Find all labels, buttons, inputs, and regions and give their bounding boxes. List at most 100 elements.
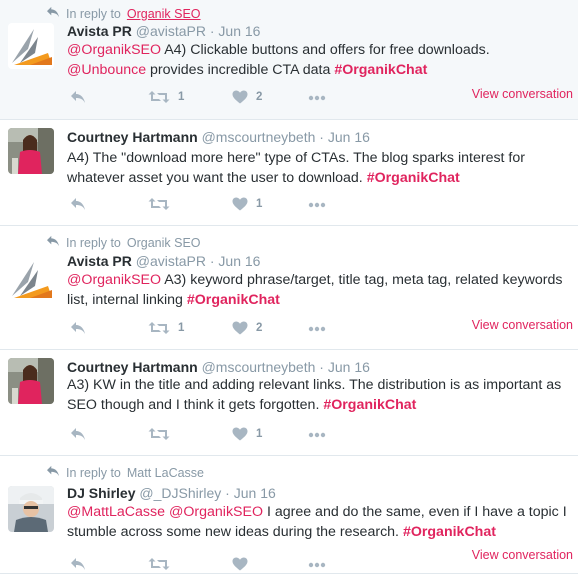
more-button[interactable] — [308, 432, 326, 438]
timestamp[interactable]: Jun 16 — [234, 485, 276, 501]
author-name[interactable]: Courtney Hartmann — [67, 129, 198, 145]
retweet-button[interactable] — [148, 197, 178, 211]
author-handle[interactable]: @mscourtneybeth — [202, 359, 316, 375]
tweet-actions — [70, 557, 370, 573]
like-button[interactable]: 1 — [232, 427, 262, 441]
retweet-count: 1 — [178, 91, 185, 103]
tweet-feed: In reply to Organik SEO Avista PR @avistaP… — [0, 0, 578, 574]
reply-context-label: In reply to — [66, 6, 121, 21]
mention-link[interactable]: @MattLaCasse — [67, 504, 165, 520]
view-conversation-link[interactable]: View conversation — [472, 87, 573, 101]
hashtag-link[interactable]: #OrganikChat — [367, 170, 460, 186]
reply-icon — [70, 197, 86, 211]
reply-context-icon — [46, 235, 60, 250]
hashtag-link[interactable]: #OrganikChat — [334, 62, 427, 78]
tweet[interactable]: In reply to Matt LaCasse DJ Shirley @_DJSh… — [0, 456, 578, 574]
mention-link[interactable]: @OrganikSEO — [169, 504, 263, 520]
reply-button[interactable] — [70, 197, 86, 211]
reply-button[interactable] — [70, 427, 86, 441]
reply-context: In reply to Organik SEO — [46, 6, 201, 21]
tweet-text-segment: A4) Clickable buttons and offers for fre… — [161, 42, 490, 58]
author-name[interactable]: Courtney Hartmann — [67, 359, 198, 375]
author-handle[interactable]: @avistaPR — [136, 23, 206, 39]
tweet-text: @MattLaCasse @OrganikSEO I agree and do … — [67, 502, 567, 542]
reply-button[interactable] — [70, 557, 86, 571]
more-button[interactable] — [308, 95, 326, 101]
reply-context: In reply to Matt LaCasse — [46, 465, 204, 480]
tweet-actions: 12 — [70, 321, 370, 337]
timestamp[interactable]: Jun 16 — [218, 253, 260, 269]
reply-context-icon — [46, 6, 60, 21]
heart-icon — [232, 321, 248, 335]
tweet-text-segment: provides incredible CTA data — [146, 62, 335, 78]
retweet-button[interactable] — [148, 557, 178, 571]
tweet-text: A4) The "download more here" type of CTA… — [67, 148, 567, 188]
author-name[interactable]: Avista PR — [67, 253, 132, 269]
tweet[interactable]: In reply to Organik SEO Avista PR @avistaP… — [0, 226, 578, 350]
more-icon — [308, 432, 326, 438]
like-button[interactable]: 2 — [232, 321, 262, 335]
author-name[interactable]: Avista PR — [67, 23, 132, 39]
timestamp[interactable]: Jun 16 — [218, 23, 260, 39]
tweet-text: @OrganikSEO A4) Clickable buttons and of… — [67, 40, 567, 80]
reply-context-label: In reply to — [66, 465, 121, 480]
retweet-button[interactable] — [148, 427, 178, 441]
tweet-header: Courtney Hartmann @mscourtneybeth · Jun … — [67, 358, 370, 376]
separator-dot: · — [225, 485, 230, 501]
mention-link[interactable]: @Unbounce — [67, 62, 146, 78]
reply-context-link[interactable]: Organik SEO — [127, 7, 201, 21]
retweet-icon — [148, 197, 170, 211]
tweet[interactable]: Courtney Hartmann @mscourtneybeth · Jun … — [0, 350, 578, 456]
retweet-button[interactable]: 1 — [148, 90, 184, 104]
retweet-icon — [148, 321, 170, 335]
like-count: 1 — [256, 428, 263, 440]
heart-icon — [232, 197, 248, 211]
tweet-text: @OrganikSEO A3) keyword phrase/target, t… — [67, 270, 567, 310]
like-button[interactable] — [232, 557, 256, 571]
retweet-icon — [148, 90, 170, 104]
reply-button[interactable] — [70, 321, 86, 335]
mention-link[interactable]: @OrganikSEO — [67, 272, 161, 288]
hashtag-link[interactable]: #OrganikChat — [323, 397, 416, 413]
author-name[interactable]: DJ Shirley — [67, 485, 135, 501]
timestamp[interactable]: Jun 16 — [328, 359, 370, 375]
retweet-button[interactable]: 1 — [148, 321, 184, 335]
like-button[interactable]: 1 — [232, 197, 262, 211]
retweet-count: 1 — [178, 322, 185, 334]
avatar[interactable] — [8, 358, 54, 404]
like-count: 2 — [256, 322, 263, 334]
reply-icon — [70, 90, 86, 104]
author-handle[interactable]: @avistaPR — [136, 253, 206, 269]
avatar[interactable] — [8, 486, 54, 532]
timestamp[interactable]: Jun 16 — [328, 129, 370, 145]
more-button[interactable] — [308, 202, 326, 208]
tweet-actions: 1 — [70, 427, 370, 443]
more-button[interactable] — [308, 326, 326, 332]
separator-dot: · — [209, 253, 215, 269]
separator-dot: · — [319, 129, 324, 145]
reply-icon — [70, 321, 86, 335]
view-conversation-link[interactable]: View conversation — [472, 548, 573, 562]
more-button[interactable] — [308, 562, 326, 568]
hashtag-link[interactable]: #OrganikChat — [403, 524, 496, 540]
hashtag-link[interactable]: #OrganikChat — [187, 292, 280, 308]
like-count: 1 — [256, 198, 263, 210]
like-button[interactable]: 2 — [232, 90, 262, 104]
avatar[interactable] — [8, 23, 54, 69]
retweet-icon — [148, 557, 170, 571]
avatar[interactable] — [8, 256, 54, 302]
more-icon — [308, 95, 326, 101]
tweet-header: Avista PR @avistaPR · Jun 16 — [67, 22, 260, 40]
tweet-text-segment: A3) KW in the title and adding relevant … — [67, 377, 562, 413]
tweet[interactable]: Courtney Hartmann @mscourtneybeth · Jun … — [0, 120, 578, 226]
tweet[interactable]: In reply to Organik SEO Avista PR @avistaP… — [0, 0, 578, 120]
author-handle[interactable]: @mscourtneybeth — [202, 129, 316, 145]
retweet-icon — [148, 427, 170, 441]
reply-context-label: In reply to — [66, 235, 121, 250]
reply-icon — [70, 427, 86, 441]
mention-link[interactable]: @OrganikSEO — [67, 42, 161, 58]
avatar[interactable] — [8, 128, 54, 174]
reply-button[interactable] — [70, 90, 86, 104]
view-conversation-link[interactable]: View conversation — [472, 318, 573, 332]
author-handle[interactable]: @_DJShirley — [139, 485, 221, 501]
